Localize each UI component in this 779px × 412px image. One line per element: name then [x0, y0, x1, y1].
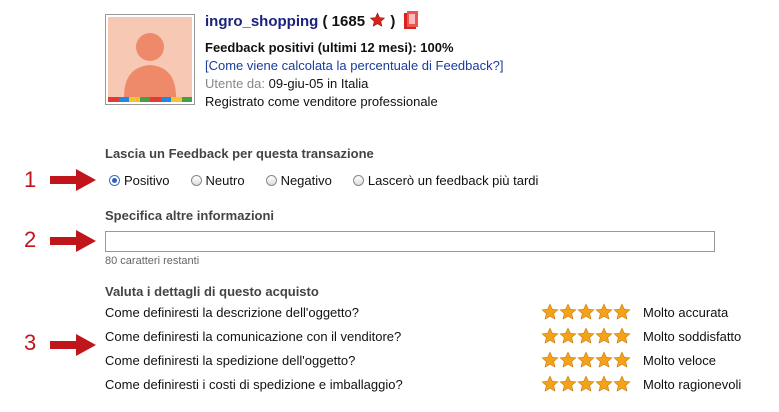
person-silhouette-icon [124, 33, 176, 97]
stripe-segment [181, 97, 192, 102]
stripe-segment [129, 97, 140, 102]
store-door-icon[interactable] [403, 11, 418, 29]
rating-star-icon[interactable] [559, 327, 577, 345]
radio-negativo[interactable]: Negativo [265, 173, 332, 188]
stripe-segment [150, 97, 161, 102]
rating-star-icon[interactable] [613, 303, 631, 321]
feedback-radio-group: Positivo Neutro Negativo Lascerò un feed… [109, 173, 559, 188]
rating-star-icon[interactable] [595, 303, 613, 321]
step-number-1: 1 [24, 167, 37, 192]
radio-label: Neutro [205, 173, 245, 188]
rating-star-icon[interactable] [577, 375, 595, 393]
rating-star-icon[interactable] [577, 327, 595, 345]
radio-positivo[interactable]: Positivo [109, 173, 170, 188]
red-arrow-icon [50, 230, 96, 252]
rating-star-icon[interactable] [595, 327, 613, 345]
stripe-segment [160, 97, 171, 102]
step-number-2: 2 [24, 227, 37, 252]
user-since-label: Utente da: [205, 76, 265, 91]
rating-star-icon[interactable] [541, 327, 559, 345]
stripe-segment [139, 97, 150, 102]
radio-label: Positivo [124, 173, 170, 188]
radio-button[interactable] [109, 175, 120, 186]
feedback-comment-input[interactable] [105, 231, 715, 252]
rating-star-icon[interactable] [541, 375, 559, 393]
radio-later[interactable]: Lascerò un feedback più tardi [352, 173, 539, 188]
rating-star-icon[interactable] [613, 327, 631, 345]
seller-heading: ingro_shopping ( 1685 ) [205, 11, 418, 30]
question-shipping: Come definiresti la spedizione dell'ogge… [105, 353, 356, 368]
feedback-section-title: Lascia un Feedback per questa transazion… [105, 146, 374, 161]
stripe-segment [171, 97, 182, 102]
rating-label-communication: Molto soddisfatto [643, 329, 742, 344]
step-number-3: 3 [24, 330, 37, 355]
rating-label-shipping: Molto veloce [643, 353, 716, 368]
details-section-title: Valuta i dettagli di questo acquisto [105, 284, 319, 299]
score-open: ( [318, 13, 332, 30]
rating-star-icon[interactable] [559, 375, 577, 393]
radio-button[interactable] [352, 175, 364, 186]
radio-button[interactable] [190, 175, 202, 186]
star-rating-description[interactable] [541, 303, 631, 321]
rating-star-icon[interactable] [595, 375, 613, 393]
rating-star-icon[interactable] [559, 351, 577, 369]
rating-star-icon[interactable] [613, 375, 631, 393]
positive-feedback-percent: Feedback positivi (ultimi 12 mesi): 100% [205, 40, 454, 55]
question-shipping-costs: Come definiresti i costi di spedizione e… [105, 377, 403, 392]
rating-star-icon[interactable] [577, 303, 595, 321]
stripe-segment [108, 97, 119, 102]
user-since: Utente da: 09-giu-05 in Italia [205, 76, 368, 91]
stripe-segment [118, 97, 129, 102]
radio-label: Lascerò un feedback più tardi [367, 173, 539, 188]
red-arrow-icon [50, 334, 96, 356]
rating-star-icon[interactable] [541, 303, 559, 321]
radio-label: Negativo [280, 173, 332, 188]
chars-remaining: 80 caratteri restanti [105, 255, 200, 267]
feedback-score[interactable]: 1685 [332, 13, 365, 30]
more-info-title: Specifica altre informazioni [105, 208, 275, 223]
score-close: ) [386, 13, 396, 30]
star-rating-shipping-costs[interactable] [541, 375, 631, 393]
avatar-color-stripe [108, 97, 192, 102]
rating-star-icon[interactable] [577, 351, 595, 369]
avatar-placeholder [108, 17, 192, 97]
seller-username-link[interactable]: ingro_shopping [205, 13, 318, 30]
rating-star-icon[interactable] [613, 351, 631, 369]
seller-avatar [105, 14, 195, 105]
star-rating-communication[interactable] [541, 327, 631, 345]
star-rating-shipping[interactable] [541, 351, 631, 369]
user-since-value: 09-giu-05 in Italia [265, 76, 369, 91]
rating-star-icon[interactable] [559, 303, 577, 321]
rating-star-icon[interactable] [595, 351, 613, 369]
rating-star-icon[interactable] [541, 351, 559, 369]
feedback-calc-link[interactable]: [Come viene calcolata la percentuale di … [205, 58, 503, 73]
red-arrow-icon [50, 169, 96, 191]
radio-button[interactable] [265, 175, 277, 186]
rating-label-description: Molto accurata [643, 305, 729, 320]
radio-neutro[interactable]: Neutro [190, 173, 245, 188]
question-communication: Come definiresti la comunicazione con il… [105, 329, 402, 344]
professional-seller-text: Registrato come venditore professionale [205, 94, 438, 109]
star-rating-icon [370, 12, 386, 27]
question-description: Come definiresti la descrizione dell'ogg… [105, 305, 359, 320]
rating-label-shipping-costs: Molto ragionevoli [643, 377, 742, 392]
